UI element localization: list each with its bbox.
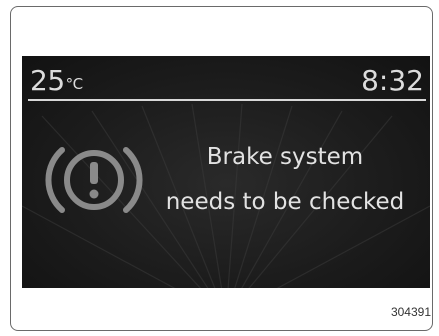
clock-time: 8:32 — [361, 64, 424, 97]
instrument-display: 25°C 8:32 Brake system needs to be check… — [22, 56, 430, 288]
warning-message-line2: needs to be checked — [165, 189, 405, 215]
temperature-readout: 25°C — [30, 66, 83, 99]
figure-code: 304391 — [390, 305, 431, 319]
warning-message-line1: Brake system — [206, 144, 364, 170]
temperature-unit: °C — [65, 75, 83, 93]
brake-warning-icon — [45, 147, 143, 213]
header-divider — [28, 99, 426, 101]
temperature-value: 25 — [30, 64, 65, 97]
